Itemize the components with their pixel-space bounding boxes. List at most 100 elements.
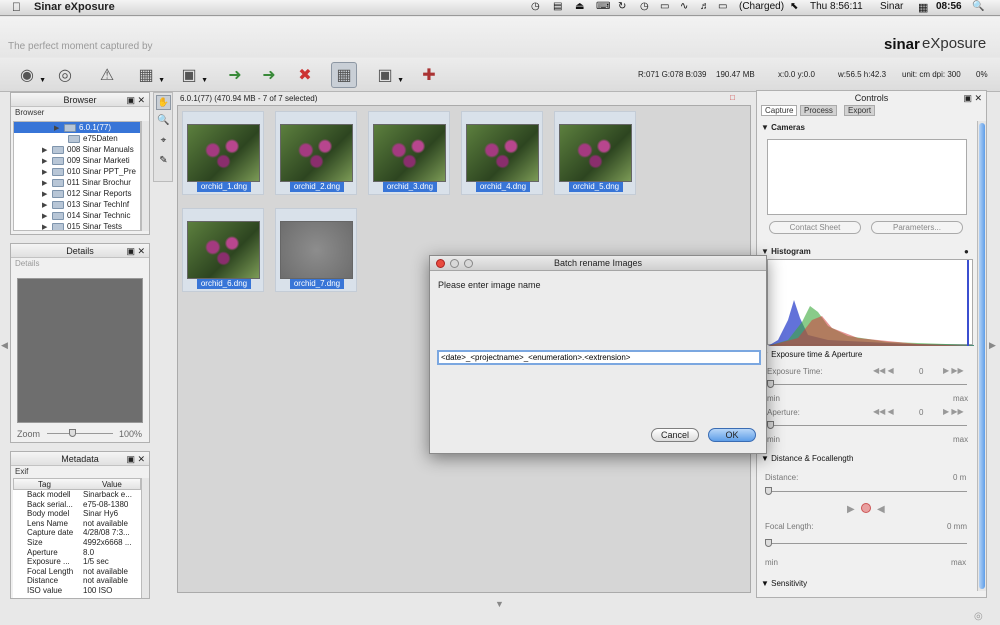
tag-column-header[interactable]: Tag <box>38 480 51 489</box>
tree-item[interactable]: ▶ 009 Sinar Marketi <box>14 155 140 166</box>
disclosure-icon[interactable]: ▶ <box>42 178 52 188</box>
collapse-bottom-icon[interactable]: ▼ <box>495 599 504 609</box>
image-thumbnail[interactable]: orchid_3.dng <box>368 111 450 195</box>
crop-tool-icon[interactable]: ⌖ <box>156 135 171 150</box>
wifi-icon[interactable]: ∿ <box>680 1 688 12</box>
focal-length-slider[interactable] <box>767 543 967 544</box>
image-thumbnail[interactable]: orchid_7.dng <box>275 208 357 292</box>
disclosure-icon[interactable]: ▶ <box>42 145 52 155</box>
cameras-list[interactable] <box>767 139 967 215</box>
aperture-slider[interactable] <box>769 425 967 426</box>
focus-back-icon[interactable]: ▶ <box>847 504 855 515</box>
contact-sheet-button[interactable]: Contact Sheet <box>769 221 861 234</box>
exposure-time-knob[interactable] <box>767 380 774 388</box>
spotlight-icon[interactable]: 🔍 <box>972 1 984 12</box>
aperture-forward-icon[interactable]: ▶ ▶▶ <box>943 407 964 416</box>
exif-row[interactable]: Back serial... e75-08-1380 <box>13 500 141 510</box>
image-name-input[interactable] <box>437 350 761 365</box>
lens-icon[interactable]: ◎ <box>52 62 78 88</box>
zoom-slider[interactable] <box>47 433 113 434</box>
ok-button[interactable]: OK <box>708 428 756 442</box>
delete-icon[interactable]: ✖ <box>292 62 318 88</box>
keyboard-icon[interactable]: ⌨ <box>596 1 610 12</box>
image-thumbnail[interactable]: orchid_6.dng <box>182 208 264 292</box>
focus-stop-icon[interactable] <box>861 503 871 513</box>
disclosure-icon[interactable]: ▼ <box>761 579 771 588</box>
exposure-time-arrows-icon[interactable]: ◀◀ ◀ <box>873 366 894 375</box>
focus-forward-icon[interactable]: ◀ <box>877 504 885 515</box>
tree-item[interactable]: ▶ 013 Sinar TechInf <box>14 199 140 210</box>
histogram-info-icon[interactable]: ● <box>964 247 969 256</box>
disclosure-icon[interactable]: ▶ <box>42 189 52 199</box>
tree-item[interactable]: ▶ 6.0.1(77) <box>14 122 140 133</box>
image-thumbnail[interactable]: orchid_5.dng <box>554 111 636 195</box>
eyedropper-tool-icon[interactable]: ✎ <box>156 155 171 170</box>
camera-icon[interactable]: ◉ ▼ <box>14 62 46 88</box>
panel-controls-icon[interactable]: ▣ ✕ <box>963 91 982 105</box>
tree-scrollbar[interactable] <box>141 121 149 231</box>
exif-row[interactable]: Size 4992x6668 ... <box>13 538 141 548</box>
grid-icon[interactable]: ▦ <box>918 1 928 14</box>
disclosure-icon[interactable]: ▼ <box>761 123 771 132</box>
exposure-time-slider[interactable] <box>769 384 967 385</box>
distance-knob[interactable] <box>765 487 772 495</box>
panel-controls-icon[interactable]: ▣ ✕ <box>126 244 145 258</box>
export-arrow-icon[interactable]: ➜ <box>256 62 282 88</box>
minimize-icon[interactable] <box>450 259 459 268</box>
parameters-button[interactable]: Parameters... <box>871 221 963 234</box>
aperture-knob[interactable] <box>767 421 774 429</box>
script-icon[interactable]: ▤ <box>553 1 562 12</box>
eject-icon[interactable]: ⏏ <box>575 1 584 12</box>
tree-item[interactable]: ▶ 008 Sinar Manuals <box>14 144 140 155</box>
thumbnail-view-icon[interactable]: ▦ <box>331 62 357 88</box>
app-menu[interactable]: Sinar eXposure <box>34 1 115 13</box>
cancel-button[interactable]: Cancel <box>651 428 699 442</box>
grid-info-icon[interactable]: □ <box>730 93 735 102</box>
controls-scroll-thumb[interactable] <box>979 123 985 589</box>
first-aid-icon[interactable]: ✚ <box>416 62 442 88</box>
clock-icon[interactable]: ◷ <box>640 1 649 12</box>
time-machine-icon[interactable]: ◷ <box>531 1 540 12</box>
screen-icon[interactable]: ▣ ▼ <box>372 62 404 88</box>
volume-icon[interactable]: ♬ <box>700 1 710 12</box>
exif-scrollbar[interactable] <box>141 478 149 598</box>
exif-row[interactable]: Aperture 8.0 <box>13 548 141 558</box>
warning-preview-icon[interactable]: ⚠ <box>94 62 120 88</box>
image-thumbnail[interactable]: orchid_4.dng <box>461 111 543 195</box>
exif-row[interactable]: Distance not available <box>13 576 141 586</box>
exposure-time-forward-icon[interactable]: ▶ ▶▶ <box>943 366 964 375</box>
panel-controls-icon[interactable]: ▣ ✕ <box>126 93 145 107</box>
tree-item[interactable]: ▶ 014 Sinar Technic <box>14 210 140 221</box>
disclosure-icon[interactable]: ▶ <box>42 211 52 221</box>
close-icon[interactable] <box>436 259 445 268</box>
sync-icon[interactable]: ↻ <box>618 1 626 12</box>
resize-grip-icon[interactable]: ◎ <box>974 611 983 622</box>
image-grid-icon[interactable]: ▦ ▼ <box>133 62 165 88</box>
image-thumbnail[interactable]: orchid_2.dng <box>275 111 357 195</box>
zoom-tool-icon[interactable]: 🔍 <box>156 115 171 130</box>
aperture-back-icon[interactable]: ◀◀ ◀ <box>873 407 894 416</box>
collapse-left-icon[interactable]: ◀ <box>1 340 8 351</box>
menubar-clock[interactable]: Thu 8:56:11 <box>810 1 863 12</box>
image-view-icon[interactable]: ▣ ▼ <box>176 62 208 88</box>
user-menu[interactable]: Sinar <box>880 1 903 12</box>
exif-row[interactable]: Back modell Sinarback e... <box>13 490 141 500</box>
bluetooth-icon[interactable]: ⬉ <box>790 1 798 12</box>
tree-item[interactable]: ▶ 010 Sinar PPT_Pre <box>14 166 140 177</box>
apple-menu-icon[interactable]:  <box>12 0 21 14</box>
import-arrow-icon[interactable]: ➜ <box>222 62 248 88</box>
tree-item[interactable]: ▶ 011 Sinar Brochur <box>14 177 140 188</box>
value-column-header[interactable]: Value <box>102 480 122 489</box>
display-icon[interactable]: ▭ <box>660 1 669 12</box>
battery-icon[interactable]: ▭ <box>718 1 727 12</box>
details-subtab[interactable]: Details <box>11 258 149 269</box>
zoom-icon[interactable] <box>464 259 473 268</box>
exif-row[interactable]: Body model Sinar Hy6 <box>13 509 141 519</box>
exif-row[interactable]: Exposure ... 1/5 sec <box>13 557 141 567</box>
tab-capture[interactable]: Capture <box>761 105 798 116</box>
exif-row[interactable]: ISO value 100 ISO <box>13 586 141 596</box>
image-thumbnail[interactable]: orchid_1.dng <box>182 111 264 195</box>
disclosure-icon[interactable]: ▶ <box>54 123 64 133</box>
tree-item[interactable]: e75Daten <box>14 133 140 144</box>
exif-row[interactable]: Lens Name not available <box>13 519 141 529</box>
